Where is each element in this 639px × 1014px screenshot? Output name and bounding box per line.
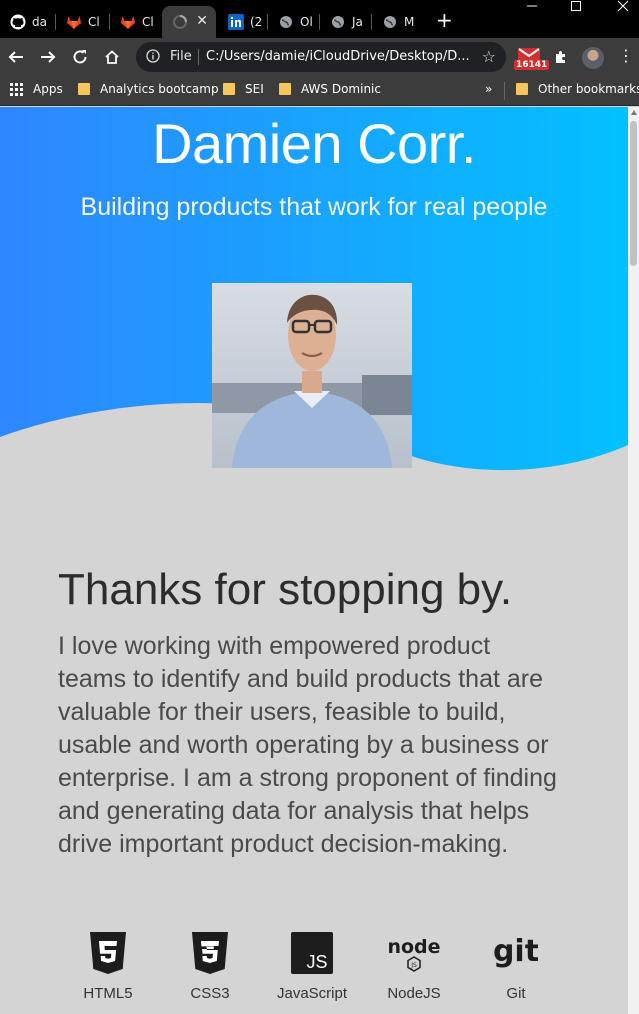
- tab-label: Ol: [300, 15, 313, 29]
- extensions-puzzle-icon[interactable]: [551, 47, 571, 67]
- minimize-icon[interactable]: [526, 0, 538, 14]
- svg-text:node: node: [387, 936, 440, 958]
- folder-icon: [516, 83, 528, 95]
- globe-icon: [382, 14, 398, 30]
- forward-arrow-icon[interactable]: [38, 47, 58, 67]
- svg-text:git: git: [494, 934, 538, 969]
- page-scrollbar[interactable]: [628, 107, 639, 1014]
- loading-icon: [172, 14, 188, 30]
- close-tab-icon[interactable]: ✕: [196, 13, 208, 29]
- bookmark-label: Apps: [33, 82, 63, 96]
- folder-icon: [78, 83, 90, 95]
- tab-label: Ja: [352, 15, 363, 29]
- svg-text:JS: JS: [306, 952, 327, 972]
- address-bar[interactable]: File C:/Users/damie/iCloudDrive/Desktop/…: [136, 42, 506, 72]
- tab-label: Cl: [142, 15, 154, 29]
- javascript-icon: JS: [272, 929, 352, 977]
- github-icon: [10, 14, 26, 30]
- bookmark-label: AWS Dominic: [301, 82, 381, 96]
- window-close-icon[interactable]: [617, 0, 629, 14]
- skill-label: HTML5: [83, 985, 133, 1002]
- gitlab-icon: [120, 14, 136, 30]
- bookmark-other[interactable]: Other bookmarks: [516, 82, 639, 96]
- tab-label: Cl: [88, 15, 100, 29]
- tab-label: da: [32, 15, 47, 29]
- scroll-up-arrow-icon[interactable]: [631, 110, 637, 115]
- home-icon[interactable]: [102, 47, 122, 67]
- url-text[interactable]: C:/Users/damie/iCloudDrive/Desktop/D...: [206, 49, 470, 64]
- profile-avatar[interactable]: [582, 47, 604, 69]
- bookmark-sei[interactable]: SEI: [223, 82, 264, 96]
- gmail-unread-badge: 16141: [514, 60, 550, 70]
- tab-gitlab-2[interactable]: Cl: [110, 6, 162, 38]
- bookmark-label: Other bookmarks: [538, 82, 639, 96]
- apps-grid-icon: [10, 82, 23, 96]
- tab-m[interactable]: M: [372, 6, 424, 38]
- svg-text:JS: JS: [410, 962, 417, 969]
- skill-css3: CSS3: [170, 929, 250, 1002]
- folder-icon: [279, 83, 291, 95]
- about-body: I love working with empowered product te…: [58, 632, 557, 858]
- tab-gitlab-1[interactable]: Cl: [56, 6, 110, 38]
- page-viewport: Damien Corr. Building products that work…: [0, 107, 628, 1014]
- skill-html5: HTML5: [68, 929, 148, 1002]
- globe-icon: [330, 14, 346, 30]
- bookmark-label: SEI: [245, 82, 264, 96]
- about-heading: Thanks for stopping by.: [58, 565, 513, 614]
- tab-active[interactable]: ✕: [162, 6, 216, 38]
- skills-row: HTML5 CSS3 JS JavaScript node JS NodeJS g…: [70, 929, 570, 1009]
- bookmark-label: Analytics bootcamp: [100, 82, 219, 96]
- folder-icon: [223, 83, 235, 95]
- tab-strip: da Cl Cl ✕ (2 Ol Ja M +: [0, 0, 639, 38]
- profile-photo: [212, 283, 412, 468]
- tab-github[interactable]: da: [0, 6, 56, 38]
- globe-icon: [278, 14, 294, 30]
- browser-toolbar: File C:/Users/damie/iCloudDrive/Desktop/…: [0, 38, 639, 76]
- skill-label: NodeJS: [387, 985, 441, 1002]
- bookmark-star-icon[interactable]: ☆: [482, 47, 496, 66]
- info-icon[interactable]: [146, 49, 160, 67]
- html5-icon: [68, 929, 148, 977]
- new-tab-button[interactable]: +: [436, 10, 453, 30]
- bookmark-analytics-bootcamp[interactable]: Analytics bootcamp: [78, 82, 219, 96]
- linkedin-icon: [228, 14, 244, 30]
- bookmark-apps[interactable]: Apps: [10, 82, 63, 96]
- bookmarks-bar: Apps Analytics bootcamp SEI AWS Dominic …: [0, 76, 639, 106]
- gmail-extension-icon[interactable]: 16141: [514, 48, 550, 72]
- git-icon: git: [476, 929, 556, 977]
- tab-ol[interactable]: Ol: [268, 6, 320, 38]
- hero-name: Damien Corr.: [152, 112, 476, 175]
- nodejs-icon: node JS: [374, 929, 454, 977]
- hero-tagline: Building products that work for real peo…: [80, 193, 548, 221]
- tab-label: (2: [250, 15, 263, 29]
- skill-git: git Git: [476, 929, 556, 1002]
- scrollbar-thumb[interactable]: [630, 121, 637, 266]
- bookmark-aws-dominic[interactable]: AWS Dominic: [279, 82, 381, 96]
- chevron-double-right-icon: »: [485, 82, 493, 96]
- tab-linkedin[interactable]: (2: [218, 6, 268, 38]
- skill-nodejs: node JS NodeJS: [374, 929, 454, 1002]
- css3-icon: [170, 929, 250, 977]
- tab-ja[interactable]: Ja: [320, 6, 372, 38]
- skill-label: CSS3: [190, 985, 230, 1002]
- skill-label: Git: [506, 985, 526, 1002]
- menu-kebab-icon[interactable]: ⋮: [618, 48, 634, 64]
- maximize-icon[interactable]: [570, 0, 582, 14]
- tab-label: M: [404, 15, 415, 29]
- bookmarks-overflow-button[interactable]: »: [485, 82, 492, 96]
- scheme-label: File: [170, 49, 192, 64]
- reload-icon[interactable]: [70, 47, 90, 67]
- skill-label: JavaScript: [276, 985, 348, 1002]
- gitlab-icon: [66, 14, 82, 30]
- skill-javascript: JS JavaScript: [272, 929, 352, 1002]
- back-arrow-icon[interactable]: [6, 47, 26, 67]
